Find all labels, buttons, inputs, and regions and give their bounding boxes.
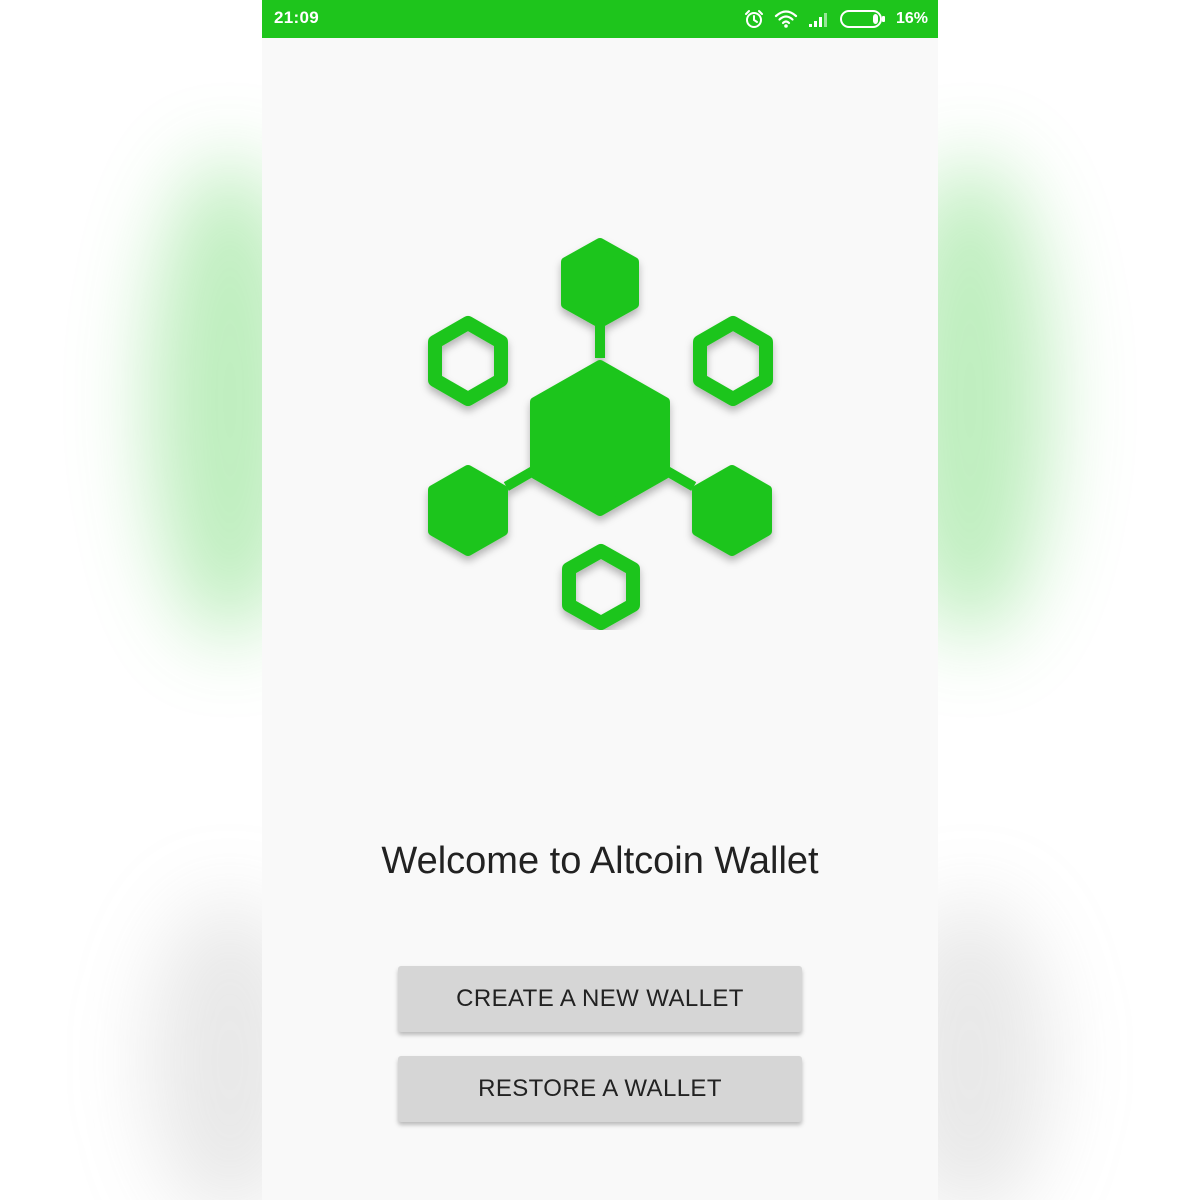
battery-percentage: 16% <box>895 10 928 27</box>
signal-icon <box>808 10 830 28</box>
alarm-icon <box>744 9 764 29</box>
restore-wallet-button[interactable]: RESTORE A WALLET <box>398 1056 802 1122</box>
phone-screen: 21:09 16% Welcome to Altcoin Wallet CREA… <box>262 0 938 1200</box>
wifi-icon <box>774 9 798 29</box>
battery-icon <box>839 9 886 29</box>
status-icons: 16% <box>744 8 928 30</box>
welcome-title: Welcome to Altcoin Wallet <box>381 840 819 882</box>
status-bar: 21:09 16% <box>262 0 938 38</box>
hexagon-network-logo-icon <box>412 230 788 630</box>
create-wallet-button[interactable]: CREATE A NEW WALLET <box>398 966 802 1032</box>
status-time: 21:09 <box>274 8 319 27</box>
